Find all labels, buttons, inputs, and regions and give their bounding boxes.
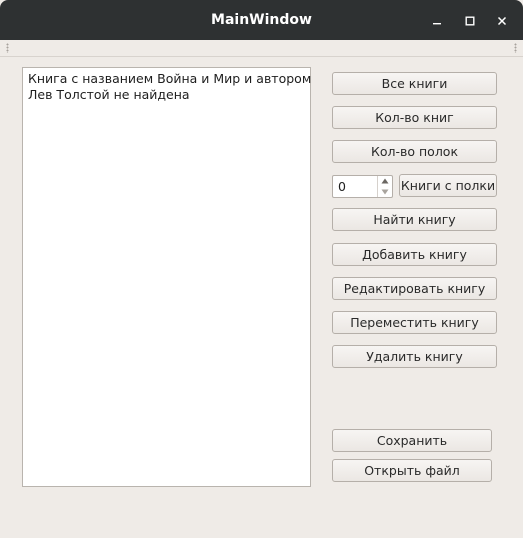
minimize-icon: [433, 23, 441, 25]
arrow-down-icon: [381, 189, 389, 195]
spin-up-button[interactable]: [378, 176, 392, 186]
books-from-shelf-button[interactable]: Книги с полки: [399, 174, 497, 197]
spinbox-buttons: [377, 176, 392, 197]
maximize-button[interactable]: [459, 10, 481, 32]
move-book-button[interactable]: Переместить книгу: [332, 311, 497, 334]
delete-book-button[interactable]: Удалить книгу: [332, 345, 497, 368]
shelf-count-button[interactable]: Кол-во полок: [332, 140, 497, 163]
output-text-area[interactable]: Книга с названием Война и Мир и автором …: [22, 67, 311, 487]
minimize-button[interactable]: [426, 10, 448, 32]
toolbar-grip-icon[interactable]: [514, 43, 517, 53]
main-window: MainWindow Книга с названием Война и Мир…: [0, 0, 523, 538]
shelf-number-value[interactable]: 0: [338, 176, 346, 197]
menu-bar: [0, 40, 523, 57]
spin-down-button[interactable]: [378, 187, 392, 197]
find-book-button[interactable]: Найти книгу: [332, 208, 497, 231]
save-button[interactable]: Сохранить: [332, 429, 492, 452]
toolbar-grip-icon[interactable]: [6, 43, 9, 53]
maximize-icon: [465, 16, 475, 26]
arrow-up-icon: [381, 178, 389, 184]
book-count-button[interactable]: Кол-во книг: [332, 106, 497, 129]
add-book-button[interactable]: Добавить книгу: [332, 243, 497, 266]
open-file-button[interactable]: Открыть файл: [332, 459, 492, 482]
output-line: Книга с названием Война и Мир и автором: [28, 71, 312, 86]
close-icon: [497, 16, 507, 26]
close-button[interactable]: [491, 10, 513, 32]
title-bar[interactable]: MainWindow: [0, 0, 523, 41]
shelf-number-spinbox[interactable]: 0: [332, 175, 393, 198]
all-books-button[interactable]: Все книги: [332, 72, 497, 95]
output-line: Лев Толстой не найдена: [28, 87, 190, 102]
edit-book-button[interactable]: Редактировать книгу: [332, 277, 497, 300]
